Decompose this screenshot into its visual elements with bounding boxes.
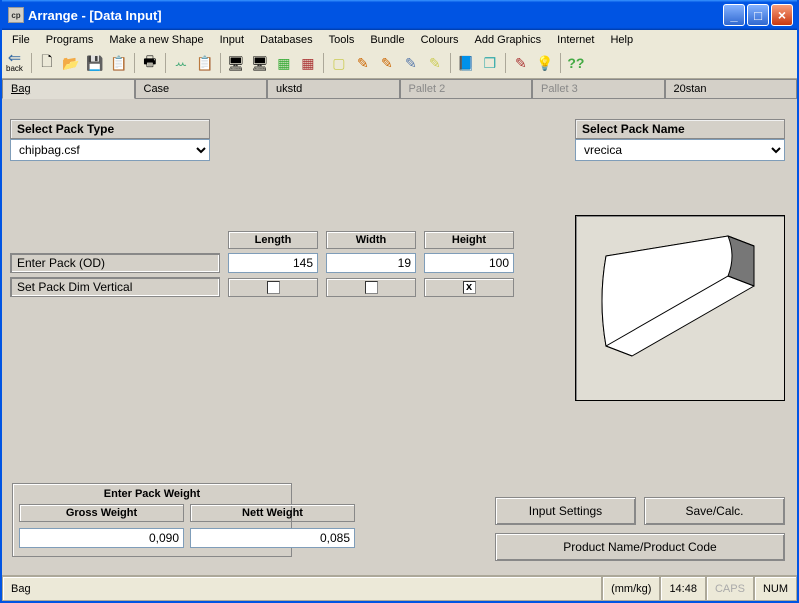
tab-case[interactable]: Case	[135, 79, 268, 98]
help-icon[interactable]: ??	[565, 52, 587, 74]
nett-weight-label: Nett Weight	[190, 504, 355, 522]
length-input[interactable]	[228, 253, 318, 273]
bulb-icon[interactable]: 💡	[534, 52, 556, 74]
wand-red-icon[interactable]: ✎	[510, 52, 532, 74]
tabstrip: Bag Case ukstd Pallet 2 Pallet 3 20stan	[2, 79, 797, 99]
select-pack-name[interactable]: vrecica	[575, 139, 785, 161]
new-icon[interactable]: 🗋	[36, 52, 58, 74]
cube-icon[interactable]: ❒	[479, 52, 501, 74]
menu-colours[interactable]: Colours	[415, 32, 465, 48]
save-calc-button[interactable]: Save/Calc.	[644, 497, 785, 525]
book-icon[interactable]: 📘	[455, 52, 477, 74]
menu-databases[interactable]: Databases	[254, 32, 319, 48]
tab-pallet2[interactable]: Pallet 2	[400, 79, 533, 98]
vertical-length-checkbox[interactable]	[267, 281, 280, 294]
menu-file[interactable]: File	[6, 32, 36, 48]
clipboard-icon[interactable]: 📋	[194, 52, 216, 74]
monitor2-icon[interactable]: 🖥	[249, 52, 271, 74]
tab-pallet3[interactable]: Pallet 3	[532, 79, 665, 98]
tab-ukstd[interactable]: ukstd	[267, 79, 400, 98]
width-header: Width	[326, 231, 416, 249]
menubar: File Programs Make a new Shape Input Dat…	[2, 30, 797, 50]
cell-yellow-icon[interactable]: ▢	[328, 52, 350, 74]
menu-input[interactable]: Input	[214, 32, 250, 48]
menu-programs[interactable]: Programs	[40, 32, 100, 48]
save-icon[interactable]: 💾	[84, 52, 106, 74]
app-icon: cp	[8, 7, 24, 23]
menu-add-graphics[interactable]: Add Graphics	[469, 32, 548, 48]
select-pack-type[interactable]: chipbag.csf	[10, 139, 210, 161]
wand1-icon[interactable]: ✎	[352, 52, 374, 74]
gross-weight-label: Gross Weight	[19, 504, 184, 522]
close-button[interactable]: ×	[771, 4, 793, 26]
save-as-icon[interactable]: 📋	[108, 52, 130, 74]
maximize-button[interactable]: □	[747, 4, 769, 26]
tab-20stan[interactable]: 20stan	[665, 79, 798, 98]
wand3-icon[interactable]: ✎	[400, 52, 422, 74]
height-input[interactable]	[424, 253, 514, 273]
status-time: 14:48	[660, 576, 706, 601]
cycle-icon[interactable]: ꕀ	[170, 52, 192, 74]
height-header: Height	[424, 231, 514, 249]
status-num: NUM	[754, 576, 797, 601]
menu-help[interactable]: Help	[604, 32, 639, 48]
width-input[interactable]	[326, 253, 416, 273]
wand2-icon[interactable]: ✎	[376, 52, 398, 74]
print-icon[interactable]: 🖶	[139, 52, 161, 74]
status-caps: CAPS	[706, 576, 754, 601]
gross-weight-input[interactable]	[19, 528, 184, 548]
monitor-icon[interactable]: 🖥	[225, 52, 247, 74]
select-pack-name-label: Select Pack Name	[575, 119, 785, 139]
open-icon[interactable]: 📂	[60, 52, 82, 74]
tab-bag[interactable]: Bag	[2, 79, 135, 99]
minimize-button[interactable]: _	[723, 4, 745, 26]
weight-title: Enter Pack Weight	[19, 488, 285, 500]
set-pack-vertical-label: Set Pack Dim Vertical	[10, 277, 220, 297]
vertical-height-checkbox[interactable]: x	[463, 281, 476, 294]
statusbar: Bag (mm/kg) 14:48 CAPS NUM	[2, 575, 797, 601]
input-settings-button[interactable]: Input Settings	[495, 497, 636, 525]
pack-preview	[575, 215, 785, 401]
menu-make-shape[interactable]: Make a new Shape	[103, 32, 209, 48]
back-button[interactable]: ⇐ back	[6, 54, 23, 73]
menu-bundle[interactable]: Bundle	[364, 32, 410, 48]
length-header: Length	[228, 231, 318, 249]
status-units: (mm/kg)	[602, 576, 660, 601]
menu-tools[interactable]: Tools	[323, 32, 361, 48]
status-left: Bag	[2, 576, 602, 601]
client-area: Select Pack Type chipbag.csf Select Pack…	[2, 99, 797, 575]
select-pack-type-label: Select Pack Type	[10, 119, 210, 139]
titlebar: cp Arrange - [Data Input] _ □ ×	[2, 0, 797, 30]
wand-yellow-icon[interactable]: ✎	[424, 52, 446, 74]
back-arrow-icon: ⇐	[8, 54, 21, 64]
grid-red-icon[interactable]: ▦	[297, 52, 319, 74]
window-title: Arrange - [Data Input]	[28, 8, 162, 23]
toolbar: ⇐ back 🗋 📂 💾 📋 🖶 ꕀ 📋 🖥 🖥 ▦ ▦ ▢ ✎ ✎ ✎ ✎ 📘…	[2, 50, 797, 79]
nett-weight-input[interactable]	[190, 528, 355, 548]
product-name-code-button[interactable]: Product Name/Product Code	[495, 533, 785, 561]
grid-green-icon[interactable]: ▦	[273, 52, 295, 74]
menu-internet[interactable]: Internet	[551, 32, 600, 48]
weight-box: Enter Pack Weight Gross Weight Nett Weig…	[12, 483, 292, 557]
vertical-width-checkbox[interactable]	[365, 281, 378, 294]
enter-pack-od-label: Enter Pack (OD)	[10, 253, 220, 273]
